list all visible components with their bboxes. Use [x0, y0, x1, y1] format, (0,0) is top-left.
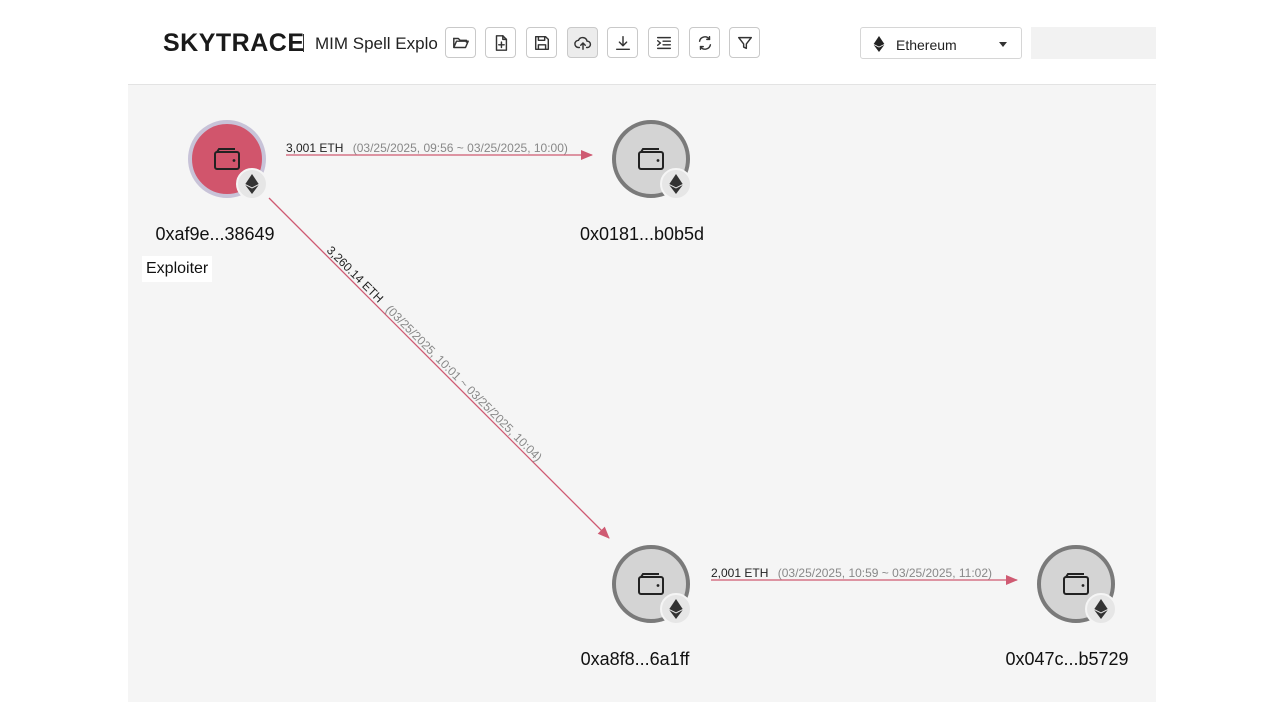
filter-button[interactable]	[729, 27, 760, 58]
search-input[interactable]	[1031, 27, 1156, 59]
edge-label: 3,001 ETH (03/25/2025, 09:56 ~ 03/25/202…	[286, 141, 568, 155]
edge-amount: 3,260.14 ETH	[324, 243, 386, 305]
edge-time-range: (03/25/2025, 10:01 ~ 03/25/2025, 10:04)	[383, 302, 545, 464]
list-indent-icon	[656, 36, 671, 49]
chevron-down-icon	[999, 42, 1007, 47]
ethereum-icon	[669, 599, 683, 619]
download-button[interactable]	[607, 27, 638, 58]
app-window: SKYTRACE MIM Spell Explo Ethereum 3,001 …	[128, 0, 1156, 725]
edge-amount: 2,001 ETH	[711, 566, 768, 580]
edge-time-range: (03/25/2025, 10:59 ~ 03/25/2025, 11:02)	[778, 566, 992, 580]
edge-time-range: (03/25/2025, 09:56 ~ 03/25/2025, 10:00)	[353, 141, 568, 155]
wallet-node[interactable]	[612, 545, 692, 625]
wallet-node[interactable]	[612, 120, 692, 200]
new-file-icon	[495, 34, 507, 51]
node-address[interactable]: 0x047c...b5729	[1005, 649, 1128, 670]
ethereum-icon	[669, 174, 683, 194]
edge-amount: 3,001 ETH	[286, 141, 343, 155]
edge-label: 2,001 ETH (03/25/2025, 10:59 ~ 03/25/202…	[711, 566, 992, 580]
ethereum-badge	[660, 593, 692, 625]
ethereum-badge	[236, 168, 268, 200]
refresh-icon	[698, 35, 711, 50]
edge-3[interactable]: 2,001 ETH (03/25/2025, 10:59 ~ 03/25/202…	[711, 566, 1018, 585]
new-file-button[interactable]	[485, 27, 516, 58]
save-button[interactable]	[526, 27, 557, 58]
ethereum-badge	[1085, 593, 1117, 625]
ethereum-badge	[660, 168, 692, 200]
edge-label: 3,260.14 ETH (03/25/2025, 10:01 ~ 03/25/…	[324, 243, 545, 464]
save-icon	[534, 35, 549, 50]
wallet-icon	[214, 148, 240, 170]
refresh-button[interactable]	[689, 27, 720, 58]
wallet-icon	[638, 573, 664, 595]
project-name[interactable]: MIM Spell Explo	[315, 34, 439, 54]
edge-1[interactable]: 3,001 ETH (03/25/2025, 09:56 ~ 03/25/202…	[286, 141, 593, 160]
wallet-icon	[638, 148, 664, 170]
node-address[interactable]: 0x0181...b0b5d	[580, 224, 704, 245]
folder-open-icon	[452, 37, 469, 48]
graph-canvas[interactable]: 3,001 ETH (03/25/2025, 09:56 ~ 03/25/202…	[128, 85, 1156, 702]
download-icon	[615, 35, 630, 50]
chain-select[interactable]: Ethereum	[860, 27, 1022, 59]
cloud-upload-icon	[573, 36, 591, 50]
filter-icon	[737, 36, 752, 49]
layout-button[interactable]	[648, 27, 679, 58]
title-divider	[303, 34, 304, 52]
chain-select-value: Ethereum	[896, 37, 957, 53]
ethereum-icon	[1094, 599, 1108, 619]
wallet-node[interactable]	[1037, 545, 1117, 625]
brand-logo: SKYTRACE	[163, 29, 305, 57]
ethereum-icon	[245, 174, 259, 194]
node-address[interactable]: 0xa8f8...6a1ff	[581, 649, 690, 670]
wallet-icon	[1063, 573, 1089, 595]
wallet-node-exploiter[interactable]	[188, 120, 268, 200]
cloud-upload-button[interactable]	[567, 27, 598, 58]
edge-2[interactable]: 3,260.14 ETH (03/25/2025, 10:01 ~ 03/25/…	[268, 197, 610, 539]
ethereum-icon	[873, 36, 885, 52]
node-address[interactable]: 0xaf9e...38649	[155, 224, 274, 245]
open-folder-button[interactable]	[445, 27, 476, 58]
top-bar: SKYTRACE MIM Spell Explo Ethereum	[128, 0, 1156, 85]
node-tag: Exploiter	[142, 256, 213, 282]
